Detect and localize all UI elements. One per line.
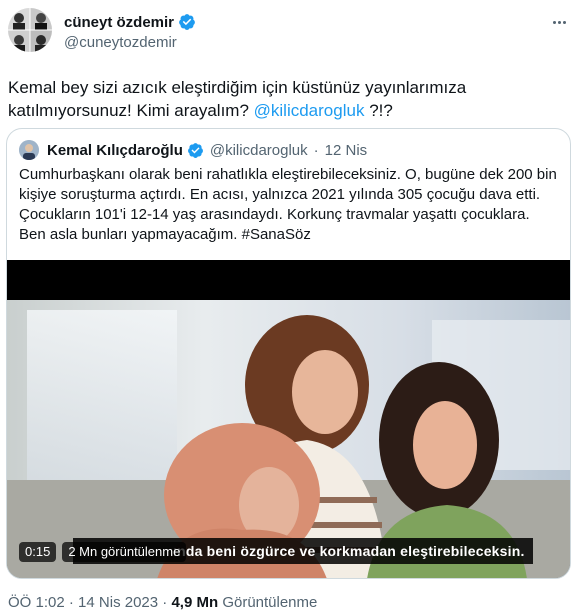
quoted-author-avatar[interactable] [19,140,39,160]
video-player[interactable]: ında beni özgürce ve korkmadan eleştireb… [7,260,570,578]
author-handle[interactable]: @cuneytozdemir [64,34,196,51]
view-count-label: Görüntülenme [222,594,318,611]
video-view-count: 2 Mn görüntülenme [62,542,187,562]
quoted-author-handle[interactable]: @kilicdarogluk [210,142,308,159]
quoted-tweet-header: Kemal Kılıçdaroğlu @kilicdarogluk · 12 N… [19,140,367,160]
verified-badge-icon [179,14,195,30]
tweet-footer: ÖÖ 1:02 · 14 Nis 2023 · 4,9 Mn Görüntüle… [8,594,317,611]
more-horizontal-icon[interactable] [547,10,571,34]
tweet-text-suffix: ?!? [369,101,393,120]
quoted-tweet-text: Cumhurbaşkanı olarak beni rahatlıkla ele… [19,166,557,243]
quoted-tweet-date[interactable]: 12 Nis [325,142,368,159]
tweet-text: Kemal bey sizi azıcık eleştirdiğim için … [8,76,568,122]
footer-separator: · [68,594,74,611]
author-block: cüneyt özdemir @cuneytozdemir [64,13,196,51]
author-display-name[interactable]: cüneyt özdemir [64,14,174,31]
video-meta: 0:15 2 Mn görüntülenme [19,542,187,562]
video-timestamp: 0:15 [19,542,57,562]
avatar-image [8,8,52,52]
quoted-author-display-name[interactable]: Kemal Kılıçdaroğlu [47,142,183,159]
quoted-verified-badge-icon [187,142,203,158]
footer-separator: · [162,594,168,611]
tweet-time[interactable]: ÖÖ 1:02 [8,594,65,611]
quoted-meta-separator: · [313,141,319,159]
mention-link[interactable]: @kilicdarogluk [254,101,365,120]
view-count: 4,9 Mn [171,594,219,611]
tweet-date[interactable]: 14 Nis 2023 [78,594,158,611]
author-avatar[interactable] [8,8,52,52]
tweet-text-body: Kemal bey sizi azıcık eleştirdiğim için … [8,78,467,120]
quoted-avatar-image [19,140,39,160]
quoted-tweet[interactable]: Kemal Kılıçdaroğlu @kilicdarogluk · 12 N… [6,128,571,579]
